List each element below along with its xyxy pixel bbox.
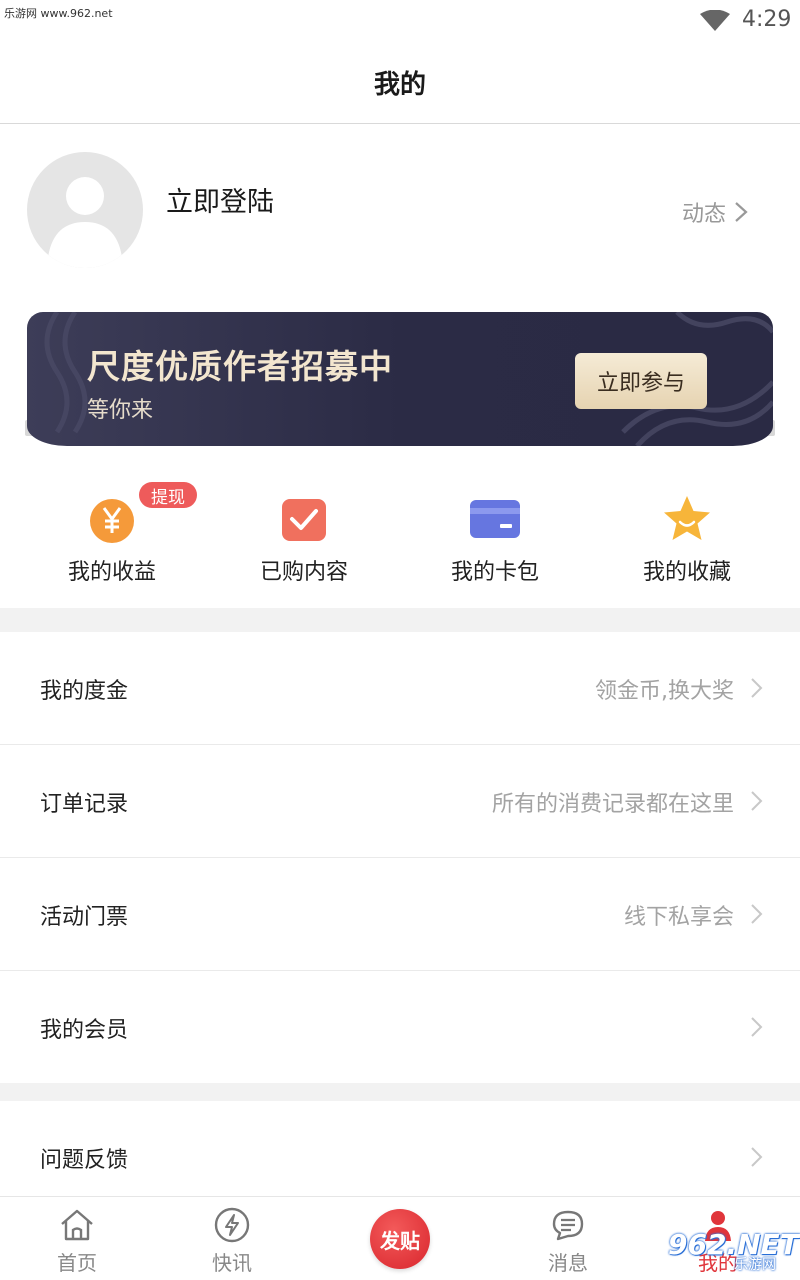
avatar[interactable] xyxy=(27,152,143,268)
chevron-right-icon xyxy=(751,904,763,924)
menu-row-membership[interactable]: 我的会员 xyxy=(0,971,800,1083)
quick-action-earnings[interactable]: 提现 我的收益 xyxy=(32,482,197,596)
tab-home[interactable]: 首页 xyxy=(22,1197,132,1280)
menu-row-hint: 领金币,换大奖 xyxy=(595,679,734,704)
chevron-right-icon xyxy=(751,1147,763,1167)
banner-subtitle: 等你来 xyxy=(87,398,154,423)
tab-messages[interactable]: 消息 xyxy=(513,1197,623,1280)
tab-label: 消息 xyxy=(548,1251,588,1275)
quick-action-label: 已购内容 xyxy=(259,560,348,585)
menu-row-label: 订单记录 xyxy=(40,792,129,817)
top-bar: 我的 xyxy=(0,40,800,124)
section-gap xyxy=(0,1083,800,1101)
card-icon xyxy=(470,500,520,538)
menu-row-label: 问题反馈 xyxy=(40,1148,129,1173)
menu-row-label: 活动门票 xyxy=(40,905,129,930)
tab-flash-news[interactable]: 快讯 xyxy=(177,1197,287,1280)
menu-row-orders[interactable]: 订单记录 所有的消费记录都在这里 xyxy=(0,745,800,857)
wifi-icon xyxy=(700,10,730,31)
lightning-icon xyxy=(214,1207,250,1243)
site-watermark: 乐游网 www.962.net xyxy=(4,7,113,20)
post-button[interactable]: 发贴 xyxy=(370,1209,430,1269)
yuan-coin-icon xyxy=(90,499,134,543)
login-link[interactable]: 立即登陆 xyxy=(166,180,274,219)
menu-row-label: 我的会员 xyxy=(40,1018,129,1043)
join-now-button[interactable]: 立即参与 xyxy=(575,353,707,409)
tab-label: 快讯 xyxy=(212,1251,252,1275)
quick-action-label: 我的卡包 xyxy=(450,560,539,585)
status-bar: 乐游网 www.962.net 4:29 xyxy=(0,0,800,40)
quick-action-label: 我的收藏 xyxy=(642,560,731,585)
watermark-site-name: 乐游网 xyxy=(734,1257,776,1273)
menu-row-label: 我的度金 xyxy=(40,679,129,704)
default-avatar-icon xyxy=(47,177,123,268)
chevron-right-icon xyxy=(735,202,748,222)
tab-label: 首页 xyxy=(57,1251,97,1275)
chevron-right-icon xyxy=(751,1017,763,1037)
menu-row-hint: 线下私享会 xyxy=(623,905,734,930)
star-icon xyxy=(664,496,710,540)
chevron-right-icon xyxy=(751,678,763,698)
banner-title: 尺度优质作者招募中 xyxy=(87,347,393,386)
menu-row-tickets[interactable]: 活动门票 线下私享会 xyxy=(0,858,800,970)
home-icon xyxy=(61,1209,93,1241)
status-time: 4:29 xyxy=(742,7,792,32)
dynamic-label: 动态 xyxy=(682,202,727,227)
quick-action-favorites[interactable]: 我的收藏 xyxy=(607,486,767,596)
menu-row-gold[interactable]: 我的度金 领金币,换大奖 xyxy=(0,632,800,744)
quick-action-label: 我的收益 xyxy=(67,560,156,585)
author-recruit-banner[interactable]: 尺度优质作者招募中 等你来 立即参与 xyxy=(27,312,773,446)
withdraw-badge: 提现 xyxy=(139,482,197,508)
message-icon xyxy=(552,1210,584,1241)
dynamic-link[interactable]: 动态 xyxy=(682,196,748,228)
corner-watermark: 962.NET 乐游网 xyxy=(664,1228,799,1276)
quick-action-purchased[interactable]: 已购内容 xyxy=(224,486,384,596)
section-gap xyxy=(0,608,800,632)
check-box-icon xyxy=(282,499,326,541)
menu-row-hint: 所有的消费记录都在这里 xyxy=(491,792,734,817)
quick-action-cards[interactable]: 我的卡包 xyxy=(415,486,575,596)
page-title: 我的 xyxy=(373,70,426,100)
chevron-right-icon xyxy=(751,791,763,811)
